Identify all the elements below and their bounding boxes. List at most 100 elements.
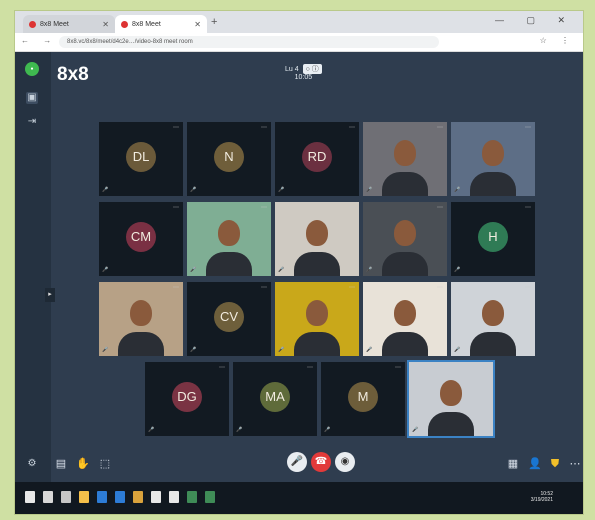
tile-menu-icon[interactable]: ⋯ [173,284,179,291]
participant-tile[interactable]: 🎤 ⋯ [451,122,535,196]
tab-1[interactable]: 8x8 Meet ✕ [23,15,115,33]
participant-tile[interactable]: 🎤 ⋯ [363,122,447,196]
logo: 8x8 [57,64,89,85]
explorer-icon[interactable] [79,491,89,503]
tile-menu-icon[interactable]: ⋯ [395,364,401,371]
mail-icon[interactable] [151,491,161,503]
tile-menu-icon[interactable]: ⋯ [349,204,355,211]
mic-status-icon: 🎤 [454,347,461,353]
user-avatar[interactable]: ● [25,62,39,76]
tab-2[interactable]: 8x8 Meet ✕ [115,15,207,33]
participant-tile[interactable]: DL 🎤 ⋯ [99,122,183,196]
mic-button[interactable]: 🎤 [287,452,307,472]
tile-menu-icon[interactable]: ⋯ [261,124,267,131]
tile-menu-icon[interactable]: ⋯ [173,204,179,211]
extension-icons[interactable]: ☆ ⋮ [540,36,575,45]
tile-menu-icon[interactable]: ⋯ [349,124,355,131]
control-bar: ▤ ✋ ⬚ 🎤 ☎ ◉ ▦ 👤 ⛊ ⋯ [15,446,583,482]
participant-tile[interactable]: 🎤 ⋯ [363,202,447,276]
mic-status-icon: 🎤 [366,187,373,193]
windows-taskbar: 10:52 3/19/2021 [15,482,583,514]
mic-status-icon: 🎤 [278,187,285,193]
close-tab-icon[interactable]: ✕ [102,20,109,29]
tile-menu-icon[interactable]: ⋯ [525,204,531,211]
app-icon[interactable] [187,491,197,503]
participant-tile[interactable]: RD 🎤 ⋯ [275,122,359,196]
participant-tile[interactable]: N 🎤 ⋯ [187,122,271,196]
more-icon[interactable]: ⋯ [567,456,583,472]
url-field[interactable]: 8x8.vc/8x8/meet/d4c2e…/video-8x8 meet ro… [59,36,439,48]
excel-icon[interactable] [205,491,215,503]
participant-tile[interactable]: H 🎤 ⋯ [451,202,535,276]
tile-menu-icon[interactable]: ⋯ [349,284,355,291]
tile-menu-icon[interactable]: ⋯ [525,284,531,291]
participant-avatar: DG [172,382,202,412]
notes-icon[interactable] [169,491,179,503]
chrome-icon[interactable] [133,491,143,503]
tile-menu-icon[interactable]: ⋯ [173,124,179,131]
tile-menu-icon[interactable]: ⋯ [261,284,267,291]
participant-tile[interactable]: 🎤 ⋯ [451,282,535,356]
meeting-title: Lu 4 [285,66,299,73]
participant-video-head [218,220,240,246]
meeting-info-badge[interactable]: ○ ⓘ [302,64,322,74]
tile-menu-icon[interactable]: ⋯ [219,364,225,371]
participant-tile[interactable]: 🎤 ⋯ [363,282,447,356]
tile-menu-icon[interactable]: ⋯ [437,284,443,291]
exit-icon[interactable]: ⇥ [26,116,38,128]
mic-status-icon: 🎤 [412,427,419,433]
participant-video-head [394,300,416,326]
participant-tile[interactable]: M 🎤 ⋯ [321,362,405,436]
participants-icon[interactable]: 👤 [527,456,543,472]
chat-icon[interactable]: ▤ [53,456,69,472]
word-icon[interactable] [115,491,125,503]
security-icon[interactable]: ⛊ [547,456,563,472]
close-tab-icon[interactable]: ✕ [194,20,201,29]
tile-menu-icon[interactable]: ⋯ [261,204,267,211]
search-icon[interactable] [43,491,53,503]
participant-video-body [206,252,252,276]
participant-video-body [118,332,164,356]
participant-tile[interactable]: 🎤 ⋯ [409,362,493,436]
tile-menu-icon[interactable]: ⋯ [437,124,443,131]
participant-tile[interactable]: CM 🎤 ⋯ [99,202,183,276]
participant-video-head [306,300,328,326]
participant-video-body [382,332,428,356]
participant-tile[interactable]: MA 🎤 ⋯ [233,362,317,436]
tile-menu-icon[interactable]: ⋯ [437,204,443,211]
raise-hand-icon[interactable]: ✋ [75,456,91,472]
participant-tile[interactable]: 🎤 ⋯ [99,282,183,356]
meetings-icon[interactable]: ▣ [26,92,38,104]
tile-menu-icon[interactable]: ⋯ [525,124,531,131]
tile-menu-icon[interactable]: ⋯ [483,364,489,371]
participant-tile[interactable]: 🎤 ⋯ [275,202,359,276]
grid-view-icon[interactable]: ▦ [505,456,521,472]
mic-status-icon: 🎤 [236,427,243,433]
participant-tile[interactable]: 🎤 ⋯ [187,202,271,276]
participant-tile[interactable]: DG 🎤 ⋯ [145,362,229,436]
participant-video-body [470,172,516,196]
participant-video-body [294,332,340,356]
participant-video-body [470,332,516,356]
tab-1-label: 8x8 Meet [40,20,69,28]
mic-status-icon: 🎤 [454,267,461,273]
participant-tile[interactable]: 🎤 ⋯ [275,282,359,356]
tile-menu-icon[interactable]: ⋯ [307,364,313,371]
edge-icon[interactable] [97,491,107,503]
mic-status-icon: 🎤 [190,347,197,353]
start-icon[interactable] [25,491,35,503]
participant-avatar: N [214,142,244,172]
share-icon[interactable]: ⬚ [97,456,113,472]
new-tab-icon[interactable]: + [211,16,217,28]
taskbar-clock[interactable]: 10:52 3/19/2021 [531,491,553,503]
expand-sidebar-button[interactable]: ▸ [45,288,55,302]
camera-button[interactable]: ◉ [335,452,355,472]
participant-video-head [394,140,416,166]
window-controls[interactable]: — ▢ ✕ [495,15,575,26]
task-view-icon[interactable] [61,491,71,503]
mic-status-icon: 🎤 [278,267,285,273]
mic-status-icon: 🎤 [278,347,285,353]
participant-tile[interactable]: CV 🎤 ⋯ [187,282,271,356]
meeting-app: ● ▣ ⇥ ⚙ 8x8 Lu 4 ○ ⓘ 10:05 ▸ DL 🎤 ⋯ N 🎤 ⋯ RD 🎤 ⋯… [15,52,583,482]
hangup-button[interactable]: ☎ [311,452,331,472]
